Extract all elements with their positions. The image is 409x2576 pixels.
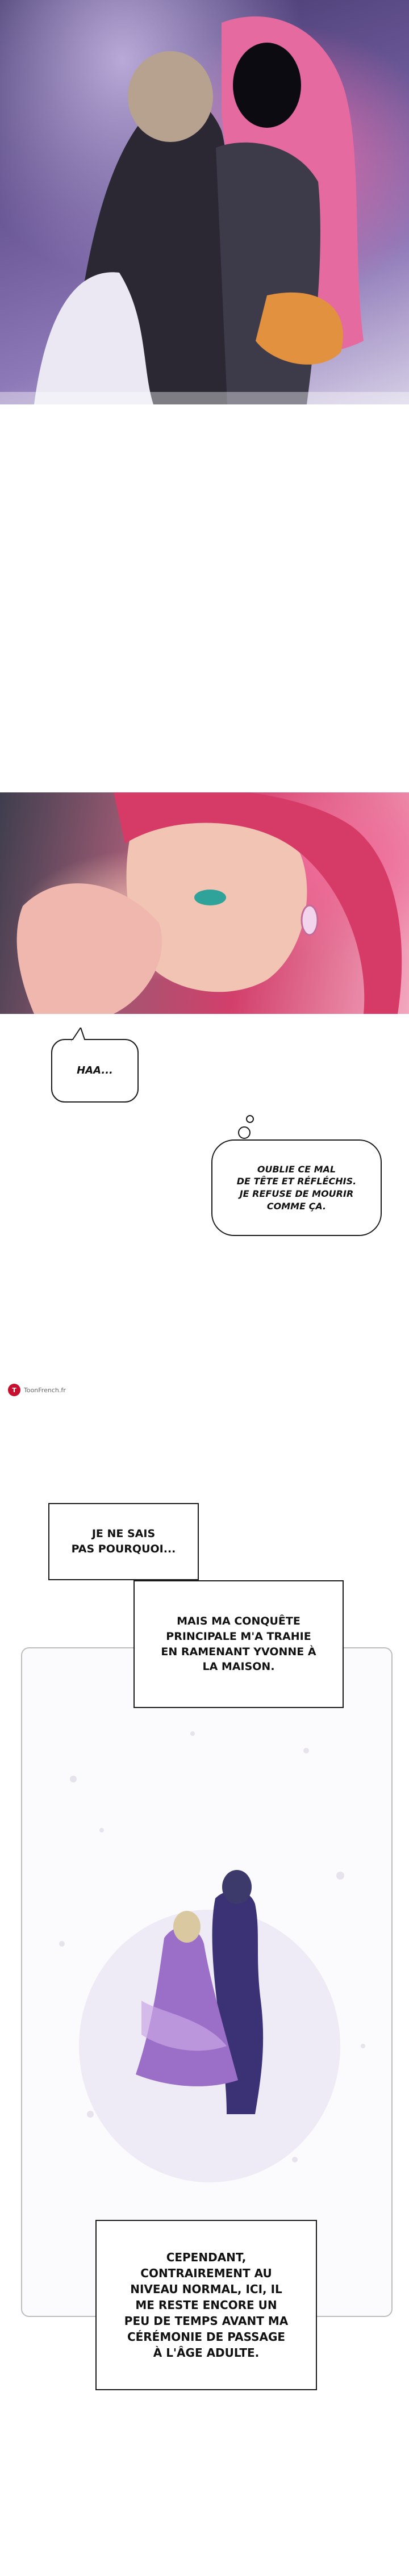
man-head bbox=[222, 1870, 252, 1904]
face-shadow bbox=[233, 43, 301, 128]
narration-box-2: MAIS MA CONQUÊTE PRINCIPALE M'A TRAHIE E… bbox=[133, 1580, 344, 1708]
narration-box-1: JE NE SAIS PAS POURQUOI... bbox=[48, 1503, 199, 1580]
thought-bubble: OUBLIE CE MAL DE TÊTE ET RÉFLÉCHIS. JE R… bbox=[211, 1139, 382, 1236]
panel-headache-closeup bbox=[0, 792, 409, 1014]
maid-hair bbox=[128, 51, 213, 142]
panel-couple-frame bbox=[21, 1647, 393, 2317]
watermark-logo-icon: T bbox=[8, 1384, 20, 1396]
woman-head bbox=[173, 1911, 201, 1943]
speech-bubble-haa: HAA... bbox=[51, 1039, 139, 1103]
panel-headache-art bbox=[16, 792, 402, 1014]
narration-3-text: CEPENDANT, CONTRAIREMENT AU NIVEAU NORMA… bbox=[124, 2251, 289, 2360]
thought-bubble-dots bbox=[238, 1115, 254, 1139]
watermark-text: ToonFrench.fr bbox=[24, 1386, 66, 1394]
narration-1-text: JE NE SAIS PAS POURQUOI... bbox=[71, 1527, 176, 1555]
panel-couple-art bbox=[59, 1731, 365, 2182]
striped-dress bbox=[216, 142, 320, 404]
narration-2-text: MAIS MA CONQUÊTE PRINCIPALE M'A TRAHIE E… bbox=[161, 1615, 316, 1673]
panel-maids-embrace bbox=[0, 0, 409, 404]
narration-box-3: CEPENDANT, CONTRAIREMENT AU NIVEAU NORMA… bbox=[95, 2220, 317, 2390]
watermark: T ToonFrench.fr bbox=[8, 1384, 66, 1396]
pink-earring bbox=[301, 904, 319, 936]
speech-tail-haa bbox=[70, 1028, 86, 1041]
panel-maids-art bbox=[0, 16, 409, 404]
thought-text: OUBLIE CE MAL DE TÊTE ET RÉFLÉCHIS. JE R… bbox=[236, 1163, 357, 1212]
speech-haa-text: HAA... bbox=[77, 1064, 113, 1076]
green-eye bbox=[194, 890, 226, 905]
